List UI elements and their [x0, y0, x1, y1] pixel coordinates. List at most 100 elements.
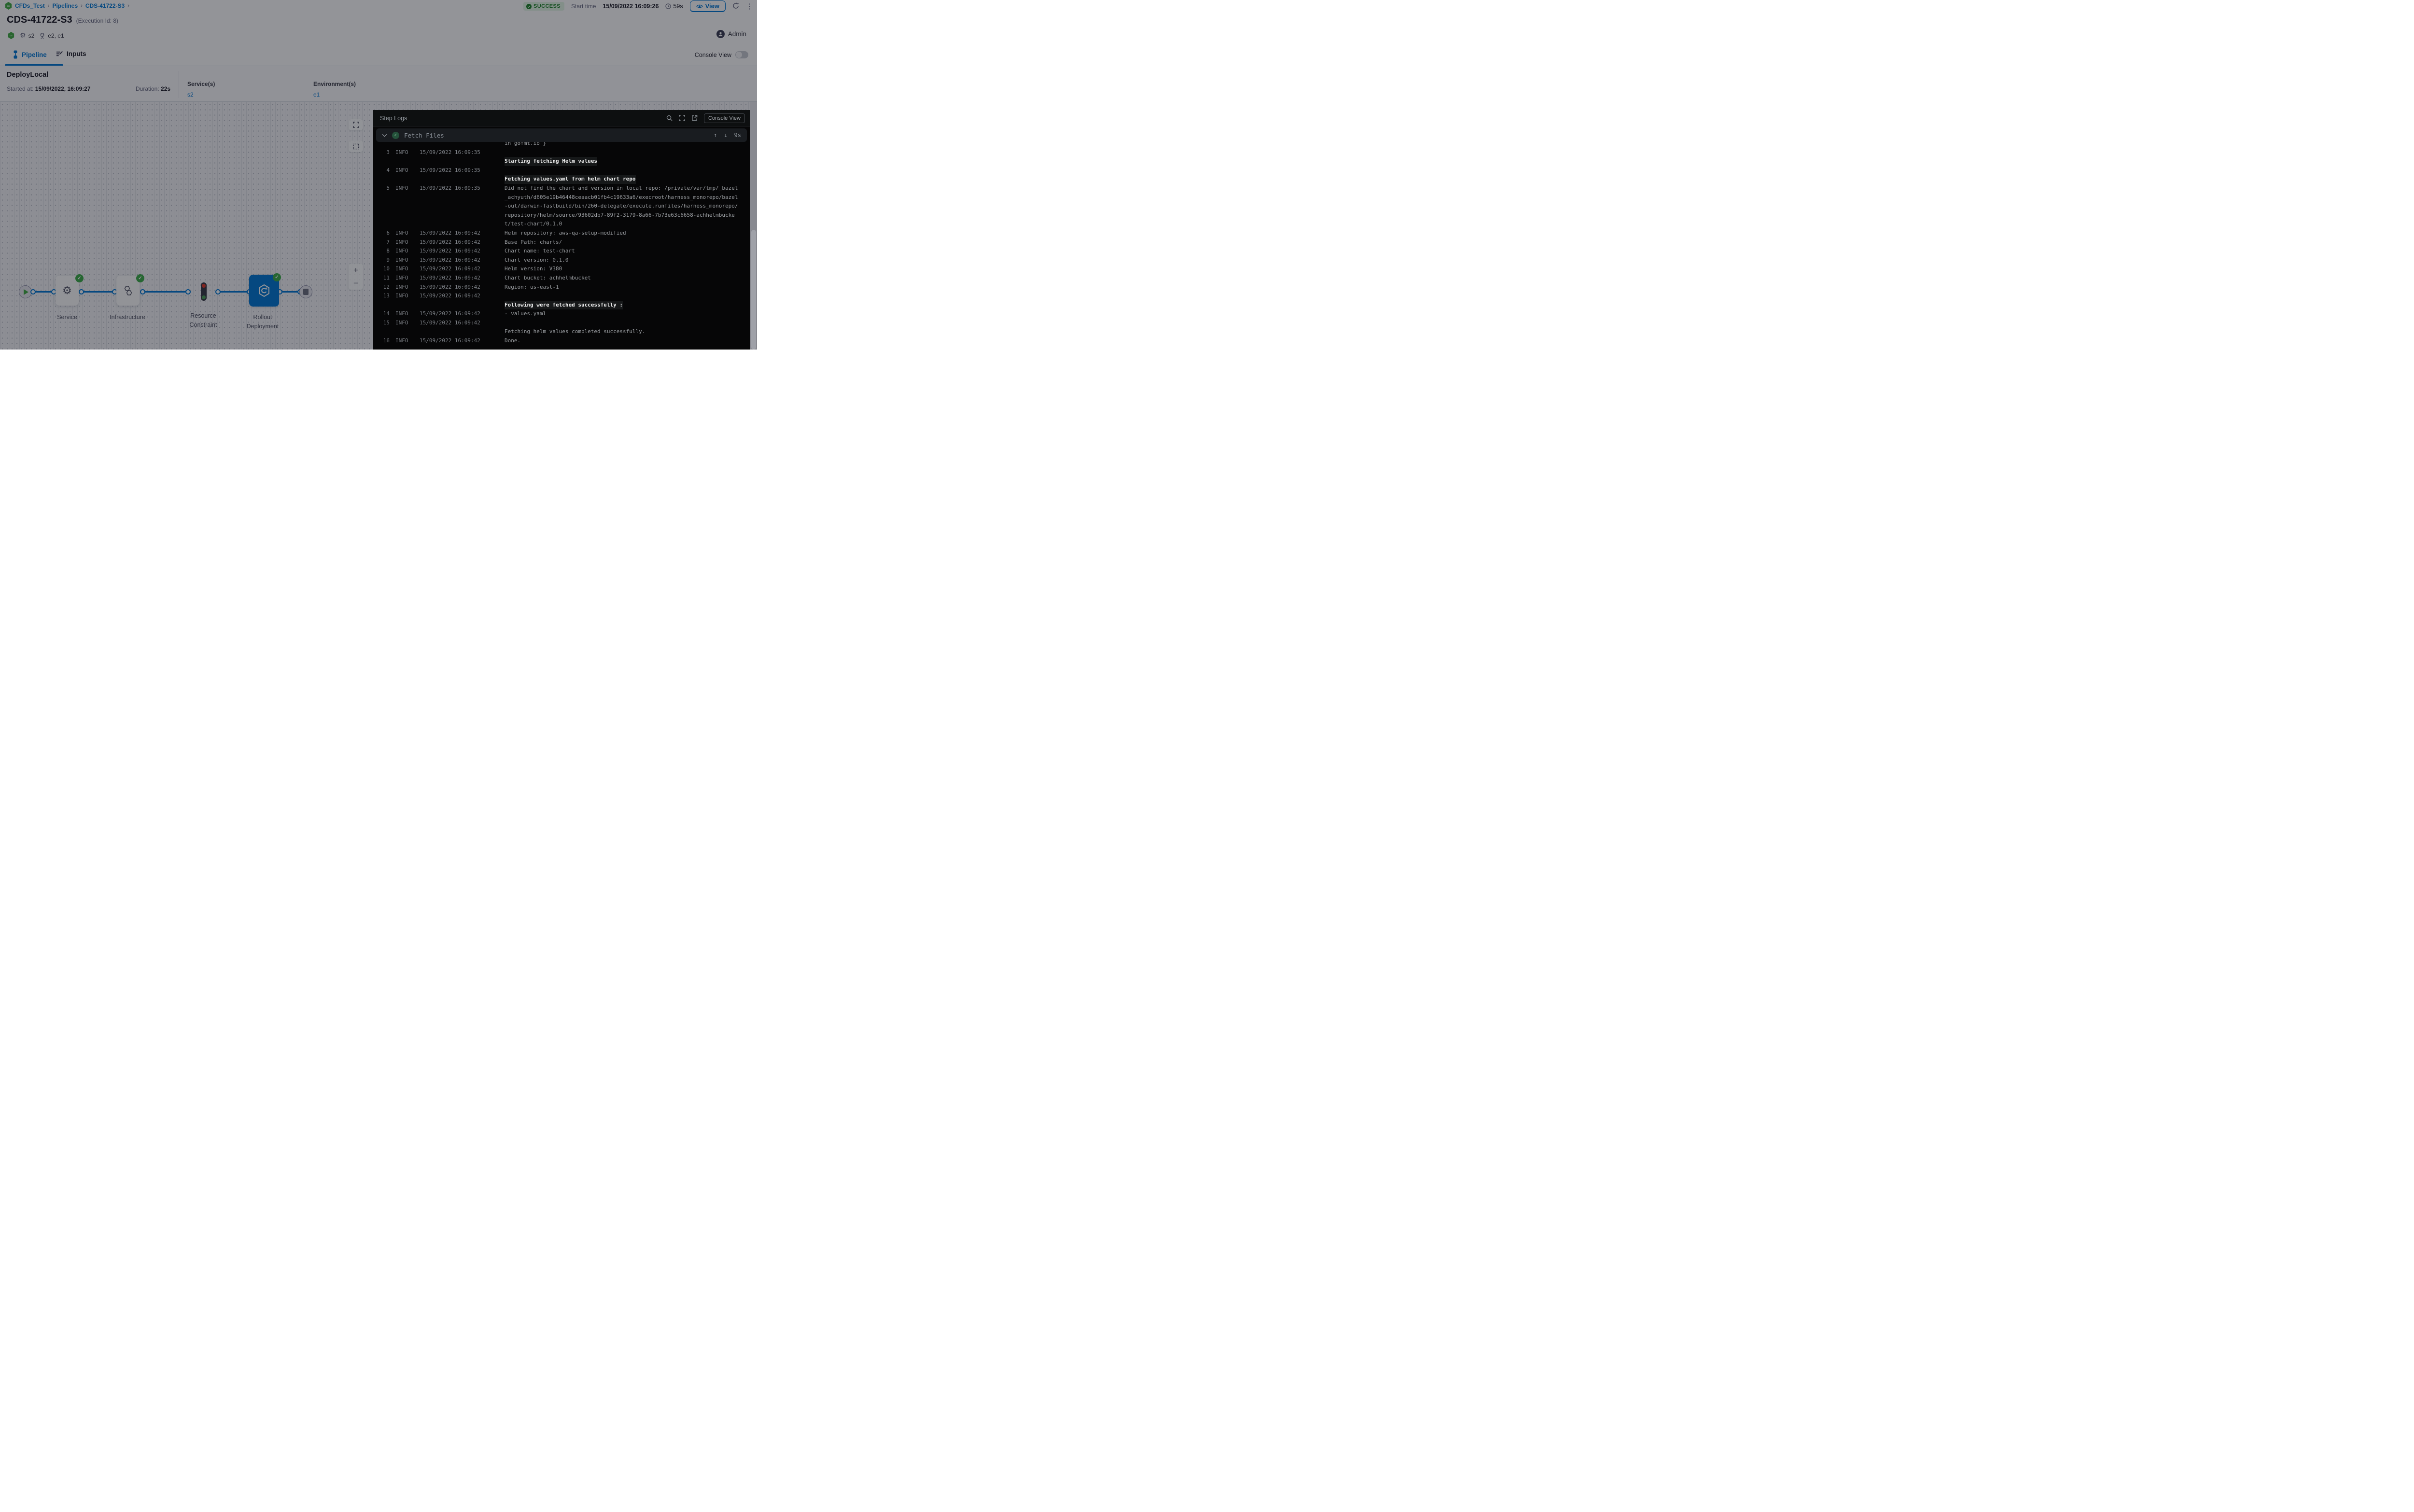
- log-level: INFO: [395, 274, 412, 283]
- log-line-number: [378, 211, 390, 220]
- log-line-number: 3: [378, 148, 390, 157]
- log-message: Chart version: 0.1.0: [505, 256, 568, 265]
- log-line-number: 13: [378, 292, 390, 301]
- log-line-number: 5: [378, 184, 390, 193]
- log-row: 10INFO15/09/2022 16:09:42Helm version: V…: [378, 265, 750, 274]
- page-scrollbar-thumb[interactable]: [751, 230, 756, 350]
- log-message: Chart name: test-chart: [505, 247, 575, 256]
- log-line-number: [378, 301, 390, 310]
- log-expand-icon[interactable]: [679, 115, 685, 121]
- log-row: Fetching helm values completed successfu…: [378, 327, 750, 336]
- log-timestamp: 15/09/2022 16:09:42: [420, 283, 481, 292]
- scroll-to-bottom-icon[interactable]: ↓: [724, 132, 727, 139]
- log-level: INFO: [395, 319, 412, 328]
- step-logs-header: Step Logs Console View: [373, 110, 750, 126]
- log-timestamp: 15/09/2022 16:09:42: [420, 238, 481, 247]
- log-line-number: 12: [378, 283, 390, 292]
- log-line-number: [378, 175, 390, 184]
- log-level: [395, 142, 412, 148]
- log-timestamp: 15/09/2022 16:09:42: [420, 247, 481, 256]
- log-line-number: 11: [378, 274, 390, 283]
- log-timestamp: [420, 220, 481, 229]
- scroll-to-top-icon[interactable]: ↑: [714, 132, 717, 139]
- log-level: INFO: [395, 283, 412, 292]
- open-in-new-tab-icon[interactable]: [691, 115, 698, 121]
- log-message: Region: us-east-1: [505, 283, 559, 292]
- log-message: Base Path: charts/: [505, 238, 562, 247]
- log-line-number: [378, 193, 390, 202]
- log-level: INFO: [395, 336, 412, 346]
- log-message: Starting fetching Helm values: [505, 157, 597, 166]
- log-line-number: [378, 202, 390, 211]
- log-message: Helm repository: aws-qa-setup-modified: [505, 229, 626, 238]
- log-body[interactable]: in gofmt.io } 3 INFO 15/09/2022 16:09:35 Sta…: [373, 142, 750, 350]
- log-line-number: 6: [378, 229, 390, 238]
- log-level: INFO: [395, 148, 412, 157]
- log-message: - values.yaml: [505, 309, 546, 319]
- log-timestamp: 15/09/2022 16:09:35: [420, 148, 481, 157]
- log-row: 6INFO15/09/2022 16:09:42Helm repository:…: [378, 229, 750, 238]
- log-level: INFO: [395, 309, 412, 319]
- log-row: 15 INFO 15/09/2022 16:09:42: [378, 319, 750, 328]
- log-row: 12 INFO 15/09/2022 16:09:42 Region: us-east…: [378, 283, 750, 292]
- step-row-fetch-files[interactable]: ✓ Fetch Files ↑ ↓ 9s: [376, 128, 747, 142]
- log-message: Following were fetched successfully :: [505, 301, 623, 310]
- log-search-icon[interactable]: [666, 115, 673, 121]
- log-level: INFO: [395, 292, 412, 301]
- log-level: [395, 175, 412, 184]
- log-message: -out/darwin-fastbuild/bin/260-delegate/e…: [505, 202, 738, 211]
- log-line-number: 15: [378, 319, 390, 328]
- log-level: [395, 193, 412, 202]
- log-row: repository/helm/source/93602db7-89f2-317…: [378, 211, 750, 220]
- log-message: t/test-chart/0.1.0: [505, 220, 562, 229]
- log-row: 13INFO15/09/2022 16:09:42: [378, 292, 750, 301]
- log-line-number: 16: [378, 336, 390, 346]
- step-logs-drawer: Step Logs Console View ✓ Fetch Files: [373, 110, 750, 350]
- log-row: 11 INFO 15/09/2022 16:09:42 Chart bucket: a…: [378, 274, 750, 283]
- log-line-number: 7: [378, 238, 390, 247]
- log-message: in gofmt.io }: [505, 142, 546, 148]
- log-message: Helm version: V380: [505, 265, 562, 274]
- log-row: -out/darwin-fastbuild/bin/260-delegate/e…: [378, 202, 750, 211]
- log-level: INFO: [395, 265, 412, 274]
- log-timestamp: 15/09/2022 16:09:35: [420, 166, 481, 175]
- log-level: INFO: [395, 256, 412, 265]
- log-line-number: [378, 142, 390, 148]
- log-row: Following were fetched successfully :: [378, 301, 750, 310]
- log-level: INFO: [395, 184, 412, 193]
- log-level: [395, 202, 412, 211]
- log-timestamp: 15/09/2022 16:09:42: [420, 319, 481, 328]
- log-message: Chart bucket: achhelmbucket: [505, 274, 591, 283]
- log-line-number: 9: [378, 256, 390, 265]
- log-timestamp: 15/09/2022 16:09:42: [420, 256, 481, 265]
- log-row: 16 INFO 15/09/2022 16:09:42 Done.: [378, 336, 750, 346]
- step-logs-title: Step Logs: [380, 115, 407, 122]
- log-timestamp: [420, 175, 481, 184]
- log-row: 5 INFO 15/09/2022 16:09:35 Did not find the…: [378, 184, 750, 193]
- log-timestamp: 15/09/2022 16:09:42: [420, 274, 481, 283]
- log-level: [395, 211, 412, 220]
- log-timestamp: 15/09/2022 16:09:42: [420, 336, 481, 346]
- log-row: 7 INFO 15/09/2022 16:09:42 Base Path: chart…: [378, 238, 750, 247]
- console-view-button[interactable]: Console View: [704, 113, 745, 123]
- log-line-number: 14: [378, 309, 390, 319]
- log-row: t/test-chart/0.1.0: [378, 220, 750, 229]
- log-message: Done.: [505, 336, 520, 346]
- step-duration: 9s: [734, 132, 741, 139]
- log-message: _achyuth/d605e19b46448ceaacb01fb4c19633a…: [505, 193, 738, 202]
- log-level: [395, 220, 412, 229]
- step-success-icon: ✓: [392, 132, 399, 139]
- log-row: 8INFO15/09/2022 16:09:42Chart name: test…: [378, 247, 750, 256]
- log-level: INFO: [395, 238, 412, 247]
- log-timestamp: 15/09/2022 16:09:35: [420, 184, 481, 193]
- log-row: 14INFO15/09/2022 16:09:42- values.yaml: [378, 309, 750, 319]
- log-level: [395, 327, 412, 336]
- log-timestamp: [420, 301, 481, 310]
- log-row: 9 INFO 15/09/2022 16:09:42 Chart version: 0…: [378, 256, 750, 265]
- chevron-down-icon[interactable]: [382, 132, 387, 139]
- log-row: 3 INFO 15/09/2022 16:09:35: [378, 148, 750, 157]
- log-message: Did not find the chart and version in lo…: [505, 184, 738, 193]
- log-row: Fetching values.yaml from helm chart rep…: [378, 175, 750, 184]
- log-timestamp: [420, 142, 481, 148]
- log-line-number: [378, 157, 390, 166]
